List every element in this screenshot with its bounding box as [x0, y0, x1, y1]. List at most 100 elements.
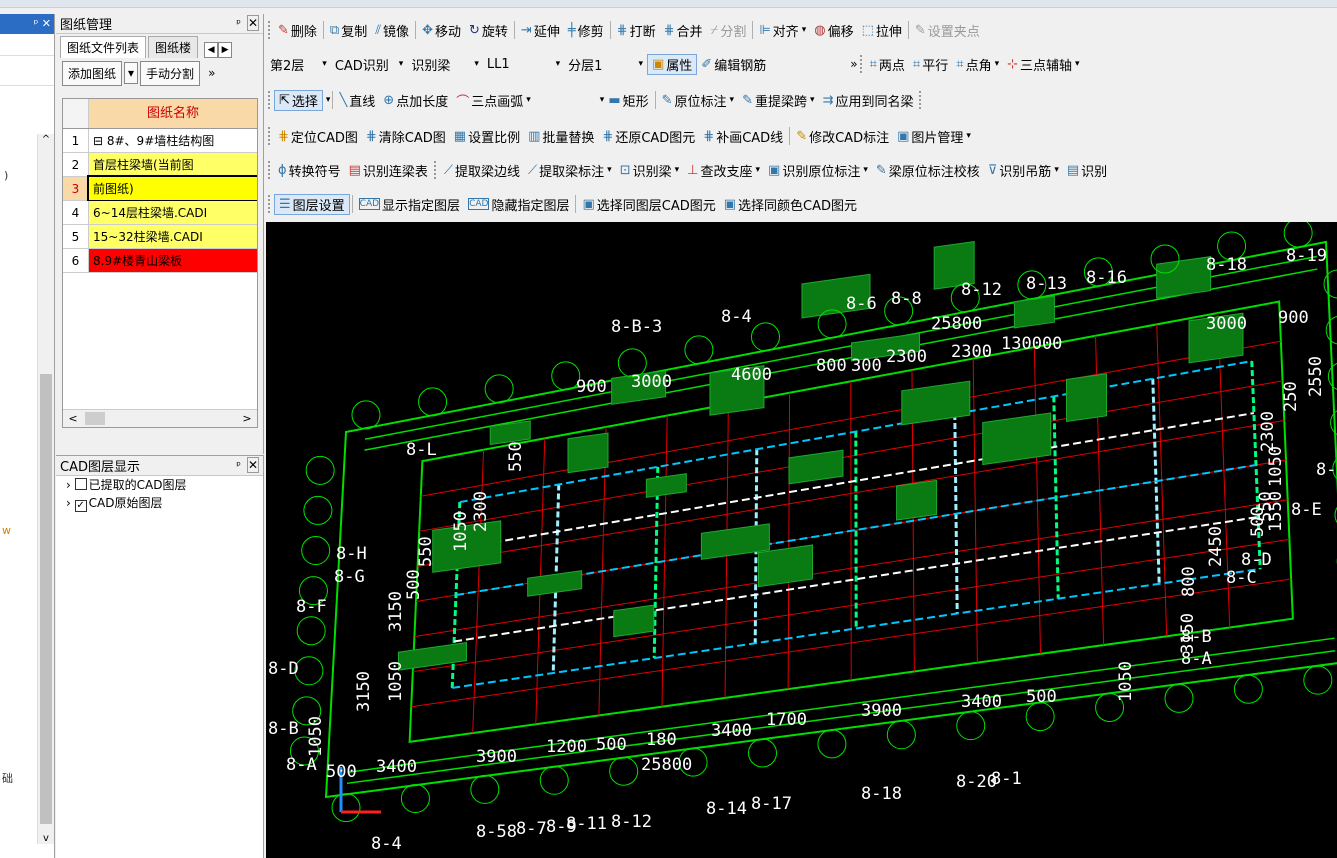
- three-point-icon: ⊹: [1007, 56, 1019, 72]
- drawing-name-cell[interactable]: 首层柱梁墙(当前图: [89, 153, 257, 176]
- manual-split-button[interactable]: 手动分割: [140, 60, 201, 86]
- tab-drawing-list[interactable]: 图纸文件列表: [60, 36, 147, 58]
- line-button[interactable]: ╲ 直线: [335, 91, 379, 110]
- check-support-button[interactable]: ⊥ 查改支座 ▾: [683, 161, 764, 180]
- select-same-layer-button[interactable]: ▣ 选择同图层CAD图元: [578, 195, 719, 214]
- clear-cad-button[interactable]: ⋕ 清除CAD图: [362, 127, 450, 146]
- table-row[interactable]: 3 前图纸): [63, 175, 257, 202]
- point-length-button[interactable]: ⊕ 点加长度: [379, 91, 452, 110]
- checkbox[interactable]: [74, 478, 87, 490]
- left-panel-scrollbar[interactable]: ^ v: [37, 134, 54, 844]
- recognize-original-mark-button[interactable]: ▣ 识别原位标注 ▾: [764, 161, 872, 180]
- apply-same-beam-button[interactable]: ⇉ 应用到同名梁: [819, 91, 918, 110]
- select-button[interactable]: ⇱ 选择: [274, 89, 323, 111]
- extract-beam-edge-button[interactable]: ⟋ 提取梁边线: [440, 161, 524, 180]
- axis-three-point-button[interactable]: ⊹ 三点辅轴 ▾: [1003, 55, 1083, 74]
- image-manage-button[interactable]: ▣ 图片管理 ▾: [893, 127, 975, 146]
- show-layer-button[interactable]: CAD 显示指定图层: [355, 195, 464, 214]
- drawing-name-cell[interactable]: 8.9#楼青山梁板: [89, 249, 257, 272]
- scroll-left-icon[interactable]: <: [65, 411, 81, 427]
- drawing-name-cell[interactable]: 6~14层柱梁墙.CADI: [89, 201, 257, 224]
- tab-prev-icon[interactable]: ◀: [204, 42, 219, 58]
- layer-select[interactable]: 分层1 ▾: [564, 53, 647, 75]
- axis-parallel-button[interactable]: ⌗ 平行: [909, 55, 952, 74]
- axis-two-point-button[interactable]: ⌗ 两点: [866, 55, 909, 74]
- drawing-name-cell[interactable]: ⊟ 8#、9#墙柱结构图: [89, 129, 257, 152]
- add-drawing-button[interactable]: 添加图纸: [62, 60, 123, 86]
- scroll-thumb[interactable]: [40, 374, 52, 824]
- redraw-cad-line-button[interactable]: ⋕ 补画CAD线: [699, 127, 787, 146]
- layer-settings-button[interactable]: ☰ 图层设置: [274, 193, 350, 215]
- extract-beam-mark-button[interactable]: ⟋ 提取梁标注 ▾: [524, 161, 616, 180]
- drawing-name-cell[interactable]: 前图纸): [87, 175, 257, 202]
- stretch-button[interactable]: ⬚ 拉伸: [858, 21, 906, 40]
- recognize-more-button[interactable]: ▤ 识别: [1063, 161, 1111, 180]
- scroll-up-icon[interactable]: ^: [38, 134, 54, 145]
- hscroll-thumb[interactable]: [85, 412, 105, 425]
- checkbox-checked[interactable]: ✓: [74, 500, 87, 512]
- close-icon[interactable]: ✕: [246, 457, 259, 473]
- mirror-button[interactable]: ⫽ 镜像: [371, 21, 413, 40]
- extend-button[interactable]: ⇥ 延伸: [517, 21, 564, 40]
- cad-mode-select[interactable]: CAD识别 ▾: [331, 53, 408, 75]
- recognize-beam-button[interactable]: ⊡ 识别梁 ▾: [616, 161, 683, 180]
- layer-item-extracted[interactable]: › 已提取的CAD图层: [56, 476, 263, 494]
- table-row[interactable]: 4 6~14层柱梁墙.CADI: [63, 201, 257, 225]
- beam-mark-check-button[interactable]: ✎ 梁原位标注校核: [872, 161, 984, 180]
- select-same-color-button[interactable]: ▣ 选择同颜色CAD图元: [720, 195, 861, 214]
- floor-select[interactable]: 第2层 ▾: [266, 53, 331, 75]
- layer-item-original[interactable]: › ✓ CAD原始图层: [56, 494, 263, 512]
- restore-cad-button[interactable]: ⋕ 还原CAD图元: [598, 127, 699, 146]
- convert-symbol-button[interactable]: ϕ 转换符号: [274, 161, 345, 180]
- split-button[interactable]: ⌿ 分割: [707, 21, 751, 40]
- break-button[interactable]: ⋕ 打断: [613, 21, 660, 40]
- column-header-drawing-name[interactable]: 图纸名称: [89, 99, 257, 128]
- delete-button[interactable]: ✎ 删除: [274, 21, 321, 40]
- recognize-hanger-button[interactable]: ⊽ 识别吊筋 ▾: [984, 161, 1063, 180]
- select-dropdown-icon[interactable]: ▾: [326, 95, 331, 105]
- beam-type-select[interactable]: 识别梁 ▾: [407, 53, 483, 75]
- add-drawing-dropdown-icon[interactable]: ▾: [124, 62, 139, 84]
- edit-rebar-button[interactable]: ✐ 编辑钢筋: [697, 55, 770, 74]
- modify-cad-mark-button[interactable]: ✎ 修改CAD标注: [792, 127, 893, 146]
- offset-button[interactable]: ◍ 偏移: [810, 21, 857, 40]
- table-row[interactable]: 2 首层柱梁墙(当前图: [63, 153, 257, 177]
- table-icon: ▤: [348, 162, 361, 178]
- merge-button[interactable]: ⋕ 合并: [660, 21, 707, 40]
- table-row[interactable]: 6 8.9#楼青山梁板: [63, 249, 257, 273]
- respan-button[interactable]: ✎ 重提梁跨 ▾: [738, 91, 818, 110]
- close-icon[interactable]: ✕: [246, 15, 259, 31]
- set-grip-button[interactable]: ✎ 设置夹点: [911, 21, 984, 40]
- pin-icon[interactable]: ᵖ: [236, 459, 241, 472]
- locate-cad-button[interactable]: ⋕ 定位CAD图: [274, 127, 362, 146]
- overflow-icon[interactable]: »: [850, 57, 857, 71]
- trim-button[interactable]: ╪ 修剪: [564, 21, 608, 40]
- tab-next-icon[interactable]: ▶: [218, 42, 233, 58]
- table-row[interactable]: 5 15~32柱梁墙.CADI: [63, 225, 257, 249]
- move-button[interactable]: ✥ 移动: [418, 21, 465, 40]
- table-hscrollbar[interactable]: < >: [63, 409, 257, 427]
- original-mark-button[interactable]: ✎ 原位标注 ▾: [658, 91, 738, 110]
- recognize-beam-table-button[interactable]: ▤ 识别连梁表: [345, 161, 432, 180]
- rotate-button[interactable]: ↻ 旋转: [465, 21, 512, 40]
- attribute-button[interactable]: ▣ 属性: [646, 53, 698, 75]
- align-button[interactable]: ⊫ 对齐 ▾: [755, 21, 810, 40]
- overflow-icon[interactable]: »: [208, 66, 215, 80]
- three-point-arc-button[interactable]: ⌒ 三点画弧 ▾: [452, 91, 535, 110]
- drawing-name-cell[interactable]: 15~32柱梁墙.CADI: [89, 225, 257, 248]
- cad-canvas[interactable]: 8-B-3 8-4 8-6 8-8 8-12 8-13 8-16 8-18 8-19 25800 3…: [266, 222, 1337, 858]
- scroll-right-icon[interactable]: >: [239, 411, 255, 427]
- beam-name-select[interactable]: LL1 ▾: [483, 53, 564, 75]
- set-scale-button[interactable]: ▦ 设置比例: [450, 127, 524, 146]
- table-row[interactable]: 1 ⊟ 8#、9#墙柱结构图: [63, 129, 257, 153]
- tab-drawing-floor[interactable]: 图纸楼: [148, 36, 199, 58]
- scroll-down-icon[interactable]: v: [38, 833, 54, 844]
- hide-layer-button[interactable]: CAD 隐藏指定图层: [464, 195, 573, 214]
- batch-replace-button[interactable]: ▥ 批量替换: [524, 127, 598, 146]
- left-panel-header[interactable]: ᵖ ✕: [0, 14, 54, 34]
- axis-point-angle-button[interactable]: ⌗ 点角 ▾: [952, 55, 1003, 74]
- rectangle-button[interactable]: ▬ 矩形: [604, 91, 652, 110]
- left-panel-close[interactable]: ᵖ ✕: [34, 14, 51, 34]
- copy-button[interactable]: ⧉ 复制: [326, 21, 371, 40]
- pin-icon[interactable]: ᵖ: [236, 17, 241, 30]
